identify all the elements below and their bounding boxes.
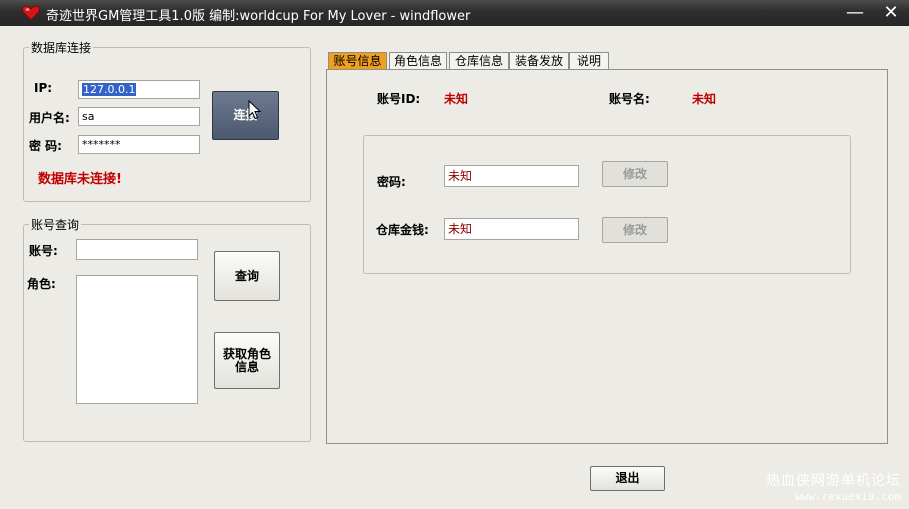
db-connection-legend: 数据库连接 [29,39,94,56]
get-role-info-button[interactable]: 获取角色 信息 [214,332,280,389]
tab-account-info[interactable]: 账号信息 [328,52,387,70]
ip-input[interactable]: 127.0.0.1 [78,80,200,99]
password-modify-button[interactable]: 修改 [602,161,668,187]
account-query-group: 账号查询 账号: 角色: 查询 获取角色 信息 [23,216,311,442]
exit-button[interactable]: 退出 [590,466,665,491]
db-status-text: 数据库未连接! [38,172,122,187]
role-label: 角色: [27,277,56,291]
account-password-label: 密码: [377,175,406,189]
minimize-icon[interactable]: — [837,1,873,25]
app-window: 奇迹世界GM管理工具1.0版 编制:worldcup For My Lover … [0,0,909,509]
password-label: 密 码: [29,139,62,153]
title-bar[interactable]: 奇迹世界GM管理工具1.0版 编制:worldcup For My Lover … [0,0,909,26]
account-info-panel: 账号ID: 未知 账号名: 未知 密码: 未知 修改 仓库金钱: 未知 修改 [326,69,888,444]
tab-warehouse-info[interactable]: 仓库信息 [449,52,509,70]
main-content: 数据库连接 IP: 127.0.0.1 用户名: sa 密 码: *******… [0,26,909,509]
tab-role-info[interactable]: 角色信息 [389,52,447,70]
query-button[interactable]: 查询 [214,251,280,301]
connect-button[interactable]: 连接 [212,91,279,140]
account-edit-group: 密码: 未知 修改 仓库金钱: 未知 修改 [363,135,851,274]
account-name-value: 未知 [692,92,717,106]
account-id-value: 未知 [444,92,469,106]
site-watermark: 热血侠网游单机论坛 www.rexuexia.com [766,470,901,503]
watermark-line2: www.rexuexia.com [795,490,901,503]
account-label: 账号: [29,244,58,258]
tab-help[interactable]: 说明 [569,52,609,70]
account-query-legend: 账号查询 [29,216,82,233]
db-connection-group: 数据库连接 IP: 127.0.0.1 用户名: sa 密 码: *******… [23,39,311,202]
get-role-info-line2: 信息 [234,359,259,374]
warehouse-money-input[interactable]: 未知 [444,218,579,240]
money-modify-button[interactable]: 修改 [602,217,668,243]
ip-label: IP: [34,81,53,95]
mouse-pointer-icon [248,100,262,120]
warehouse-money-label: 仓库金钱: [376,223,429,237]
role-list[interactable] [76,275,198,404]
ip-value: 127.0.0.1 [82,83,137,96]
watermark-line1: 热血侠网游单机论坛 [766,473,901,489]
account-password-input[interactable]: 未知 [444,165,579,187]
account-input[interactable] [76,239,198,260]
password-input[interactable]: ******* [78,135,200,154]
account-name-label: 账号名: [609,92,650,106]
tab-equipment[interactable]: 装备发放 [509,52,569,70]
username-input[interactable]: sa [78,107,200,126]
account-id-label: 账号ID: [377,92,421,106]
close-icon[interactable]: ✕ [873,1,909,25]
window-title: 奇迹世界GM管理工具1.0版 编制:worldcup For My Lover … [46,9,471,24]
get-role-info-line1: 获取角色 [222,346,271,361]
heart-icon [22,5,40,21]
username-label: 用户名: [29,111,70,125]
